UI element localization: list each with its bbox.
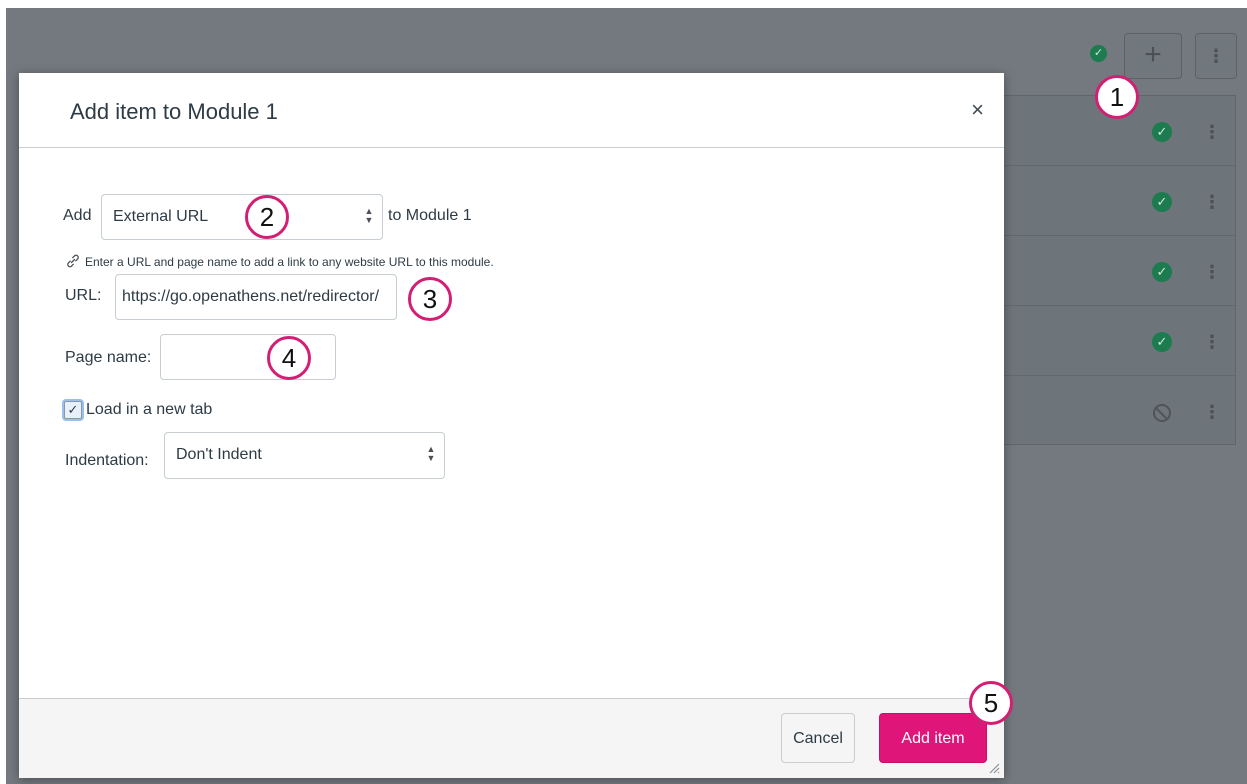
url-hint: Enter a URL and page name to add a link … [65, 253, 494, 272]
resize-grip-icon[interactable] [988, 762, 1000, 774]
module-row-divider [988, 165, 1236, 235]
callout-2: 2 [245, 195, 289, 239]
indentation-value: Don't Indent [176, 446, 262, 463]
new-tab-label[interactable]: Load in a new tab [86, 401, 212, 419]
plus-icon: + [1144, 38, 1162, 71]
add-item-button[interactable]: Add item [879, 713, 987, 763]
item-kebab-icon[interactable]: ⋮ [1203, 123, 1221, 141]
item-type-select[interactable]: External URL ▲ ▼ [101, 194, 383, 240]
dialog-header: Add item to Module 1 × [19, 73, 1004, 148]
link-icon [65, 253, 81, 272]
callout-3: 3 [408, 277, 452, 321]
url-input[interactable] [116, 275, 396, 319]
kebab-icon: ⋮ [1207, 46, 1225, 66]
updown-arrows-icon: ▲ ▼ [426, 444, 436, 463]
item-kebab-icon[interactable]: ⋮ [1203, 263, 1221, 281]
callout-1: 1 [1095, 75, 1139, 119]
url-hint-text: Enter a URL and page name to add a link … [85, 255, 494, 269]
new-tab-checkbox[interactable]: ✓ [64, 401, 82, 419]
page-name-label: Page name: [65, 349, 152, 366]
module-row-divider [988, 375, 1236, 445]
dialog-title: Add item to Module 1 [70, 99, 278, 124]
indentation-select[interactable]: Don't Indent ▲ ▼ [164, 432, 445, 479]
indentation-label: Indentation: [65, 452, 149, 469]
published-check-icon[interactable]: ✓ [1152, 262, 1172, 282]
add-item-plus-button[interactable]: + [1124, 33, 1182, 79]
module-options-button[interactable]: ⋮ [1195, 33, 1237, 79]
add-label: Add [63, 207, 92, 224]
module-row-divider [988, 235, 1236, 305]
cancel-button[interactable]: Cancel [781, 713, 855, 763]
updown-arrows-icon: ▲ ▼ [364, 206, 374, 225]
url-label: URL: [65, 287, 102, 304]
callout-5: 5 [969, 681, 1013, 725]
check-icon: ✓ [67, 402, 79, 417]
module-row-divider [988, 305, 1236, 375]
item-kebab-icon[interactable]: ⋮ [1203, 333, 1221, 351]
item-kebab-icon[interactable]: ⋮ [1203, 403, 1221, 421]
published-check-icon[interactable]: ✓ [1152, 192, 1172, 212]
published-check-icon[interactable]: ✓ [1152, 122, 1172, 142]
published-check-icon[interactable]: ✓ [1152, 332, 1172, 352]
dialog-footer: Cancel Add item [19, 698, 1004, 778]
module-published-icon: ✓ [1090, 45, 1107, 62]
to-module-label: to Module 1 [388, 207, 472, 224]
add-item-dialog: Add item to Module 1 × Add External URL … [19, 73, 1004, 778]
callout-4: 4 [267, 336, 311, 380]
item-type-value: External URL [113, 208, 209, 225]
close-icon[interactable]: × [971, 99, 984, 121]
item-kebab-icon[interactable]: ⋮ [1203, 193, 1221, 211]
url-input-box[interactable] [115, 274, 397, 320]
unpublished-icon[interactable] [1153, 404, 1171, 422]
